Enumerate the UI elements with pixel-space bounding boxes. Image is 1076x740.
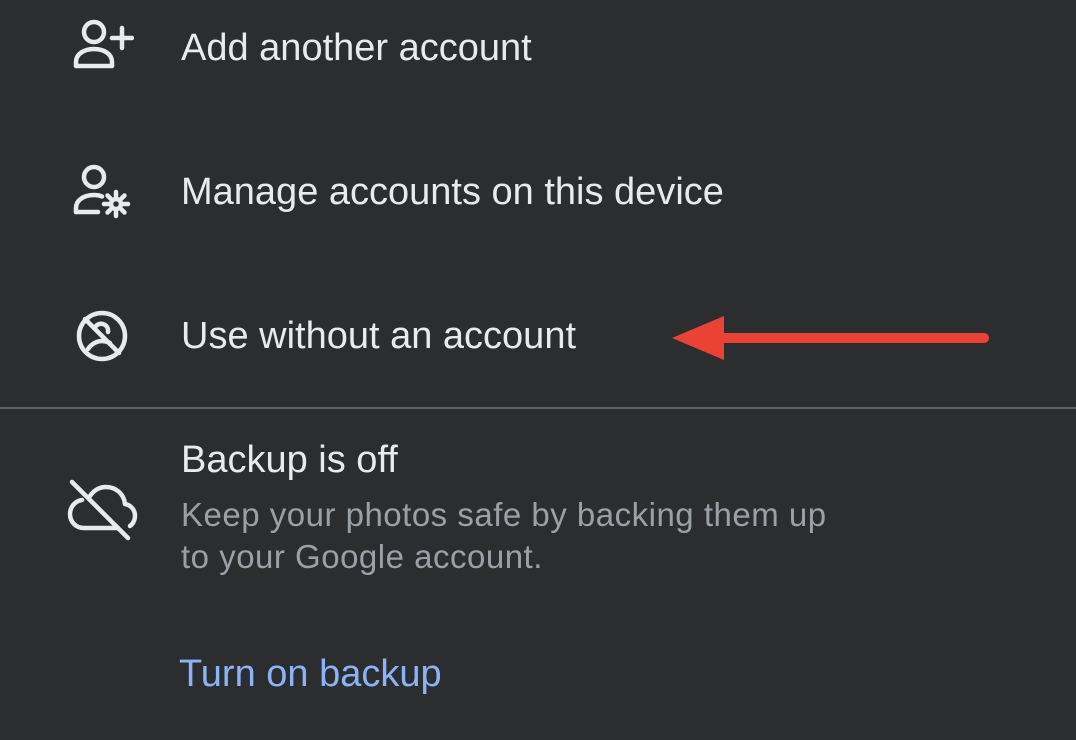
manage-accounts-item[interactable]: Manage accounts on this device	[0, 138, 1076, 248]
backup-description-line-1: Keep your photos safe by backing them up	[181, 496, 827, 533]
annotation-arrow	[672, 316, 989, 360]
add-person-icon	[70, 14, 134, 78]
manage-accounts-label: Manage accounts on this device	[181, 171, 724, 213]
cloud-off-icon	[66, 476, 138, 542]
use-without-account-label: Use without an account	[181, 315, 577, 357]
backup-description: Keep your photos safe by backing them up…	[181, 494, 941, 578]
no-account-icon	[70, 304, 134, 368]
account-menu-screen: Add another account Manage accounts on t…	[0, 0, 1076, 740]
backup-description-line-2: to your Google account.	[181, 538, 543, 575]
manage-accounts-icon	[70, 160, 134, 224]
backup-status-title: Backup is off	[181, 439, 398, 481]
add-another-account-label: Add another account	[181, 27, 532, 69]
section-divider	[0, 407, 1076, 409]
turn-on-backup-button[interactable]: Turn on backup	[179, 652, 442, 696]
add-another-account-item[interactable]: Add another account	[0, 0, 1076, 110]
